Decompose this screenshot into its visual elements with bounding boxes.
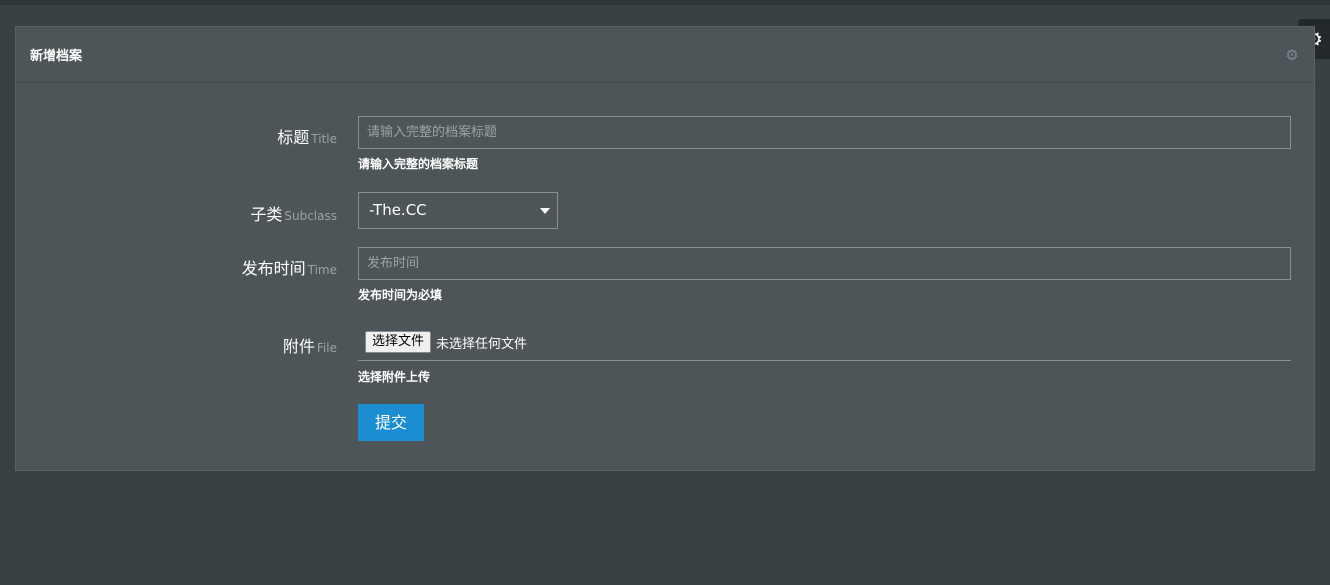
title-sublabel: Title xyxy=(311,132,337,146)
subclass-select[interactable]: -The.CC xyxy=(358,192,558,229)
panel-title: 新增档案 xyxy=(30,49,83,64)
choose-file-button[interactable]: 选择文件 xyxy=(365,331,432,353)
panel-header: 新增档案 ⚙ xyxy=(16,27,1314,83)
subclass-selected-value: -The.CC xyxy=(369,201,427,219)
chevron-down-icon xyxy=(540,208,550,214)
new-archive-panel: 新增档案 ⚙ 标题Title 请输入完整的档案标题 子类Subclass -Th… xyxy=(15,26,1315,471)
time-label: 发布时间 Time xyxy=(242,255,337,279)
file-label: 附件 File xyxy=(283,333,337,357)
subclass-sublabel: Subclass xyxy=(284,209,337,223)
title-label: 标题 Title xyxy=(277,124,337,148)
file-sublabel: File xyxy=(316,341,337,355)
time-help: 发布时间为必填 xyxy=(358,288,443,302)
time-sublabel: Time xyxy=(307,263,337,277)
file-input: 选择文件 未选择任何文件 xyxy=(358,328,1291,361)
cog-icon[interactable]: ⚙ xyxy=(1284,47,1300,63)
time-input[interactable] xyxy=(358,247,1291,280)
time-label-text: 发布时间 xyxy=(241,259,306,278)
title-help: 请输入完整的档案标题 xyxy=(358,157,479,171)
submit-button[interactable]: 提交 xyxy=(358,404,424,441)
title-label-text: 标题 xyxy=(277,128,310,147)
subclass-label-text: 子类 xyxy=(250,205,283,224)
title-input[interactable] xyxy=(358,116,1291,149)
file-label-text: 附件 xyxy=(282,337,315,356)
file-status: 未选择任何文件 xyxy=(436,337,528,352)
top-strip xyxy=(0,0,1330,5)
file-help: 选择附件上传 xyxy=(358,370,431,384)
subclass-label: 子类 Subclass xyxy=(250,201,337,225)
